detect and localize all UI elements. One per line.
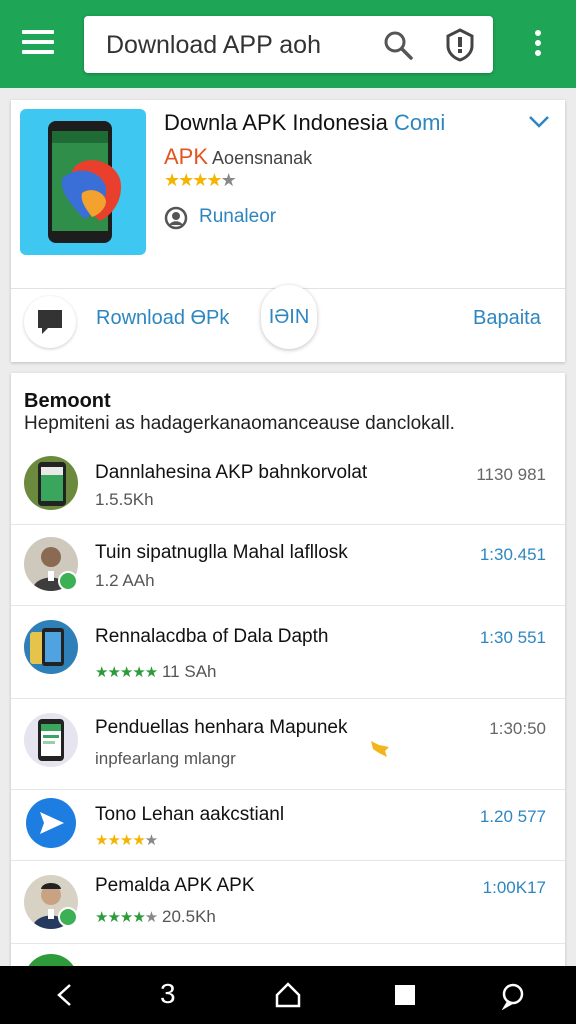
- item-meta: 1130 981: [476, 465, 546, 484]
- section-subtitle: Hepmiteni as hadagerkanaomanceause dancl…: [24, 413, 455, 434]
- item-title: Rennalacdba of Dala Dapth: [95, 626, 329, 647]
- download-apk-link[interactable]: Rownload ӨPk: [96, 307, 229, 330]
- list-item[interactable]: Pemalda APK APK ★★★★★ 20.5Kh 1:00K17: [11, 861, 565, 943]
- hand-pointer-icon: [371, 741, 389, 757]
- item-star-empty: ★: [144, 909, 158, 926]
- item-size: 1.5.5Kh: [95, 490, 154, 509]
- search-icon[interactable]: [382, 29, 414, 61]
- item-size: 11 SAh: [161, 662, 217, 681]
- menu-icon[interactable]: [22, 30, 54, 58]
- recents-icon[interactable]: [390, 980, 420, 1010]
- developer-name: Aoensnanak: [212, 148, 313, 168]
- item-rating: ★★★★★ 11 SAh: [95, 662, 217, 682]
- item-title: Penduellas henhara Mapunek: [95, 717, 348, 738]
- recommended-section: Bemoont Hepmiteni as hadagerkanaomanceau…: [11, 373, 565, 973]
- send-app-icon: [26, 798, 76, 848]
- list-item[interactable]: Tono Lehan aakcstianl ★★★★★ 1.20 577: [11, 790, 565, 860]
- home-icon[interactable]: [273, 980, 303, 1010]
- item-rating: ★★★★★ 20.5Kh: [95, 907, 216, 927]
- item-stars: ★★★★: [95, 909, 146, 926]
- item-title: Tuin sipatnuglla Mahal lafllosk: [95, 542, 348, 563]
- install-button[interactable]: IƏIN: [261, 285, 317, 349]
- comment-icon: [38, 310, 62, 334]
- search-input[interactable]: Download APP aoh: [106, 31, 321, 60]
- badge-icon: [58, 907, 78, 927]
- item-meta: 1:00K17: [482, 878, 546, 897]
- item-meta: 1.20 577: [479, 807, 546, 826]
- section-title: Bemoont: [24, 390, 111, 412]
- item-meta: 1:30 551: [479, 628, 546, 647]
- bapaita-link[interactable]: Bapaita: [473, 307, 541, 330]
- app-icon[interactable]: [20, 109, 146, 255]
- app-card: Downla APK Indonesia Comi APK Aoensnanak…: [11, 100, 565, 362]
- apk-label: APK: [164, 144, 209, 169]
- more-vert-icon[interactable]: [530, 30, 546, 60]
- app-bar: Download APP aoh: [0, 0, 576, 88]
- system-navbar: 3: [0, 966, 576, 1024]
- back-icon[interactable]: [50, 980, 80, 1010]
- badge-icon: [58, 571, 78, 591]
- item-star-empty: ★: [144, 832, 158, 849]
- item-stars: ★★★★: [95, 832, 146, 849]
- chevron-down-icon[interactable]: [527, 112, 551, 132]
- item-size: 20.5Kh: [161, 907, 216, 926]
- app-thumb-icon: [24, 456, 78, 510]
- item-stars: ★★★★★: [95, 664, 158, 681]
- list-item[interactable]: Tuin sipatnuglla Mahal lafllosk 1.2 AAh …: [11, 525, 565, 605]
- app-thumb-icon: [24, 713, 78, 767]
- three-icon[interactable]: 3: [160, 978, 190, 1009]
- item-title: Pemalda APK APK: [95, 875, 255, 896]
- app-thumb-icon: [24, 620, 78, 674]
- item-title: Dannlahesina AKP bahnkorvolat: [95, 462, 368, 483]
- list-item[interactable]: Dannlahesina AKP bahnkorvolat 1.5.5Kh 11…: [11, 448, 565, 524]
- author-icon: [164, 206, 188, 230]
- app-title-text: Downla APK Indonesia: [164, 110, 388, 135]
- list-item[interactable]: Penduellas henhara Mapunek inpfearlang m…: [11, 699, 565, 789]
- comment-button[interactable]: [24, 296, 76, 348]
- author-name[interactable]: Runaleor: [199, 206, 276, 228]
- item-subtitle: inpfearlang mlangr: [95, 749, 236, 768]
- rating-stars: ★★★★★: [164, 170, 237, 190]
- assistant-icon[interactable]: [498, 980, 528, 1010]
- search-box[interactable]: Download APP aoh: [84, 16, 493, 73]
- item-meta: 1:30:50: [489, 719, 546, 738]
- item-size: 1.2 AAh: [95, 571, 155, 590]
- item-meta: 1:30.451: [479, 545, 546, 564]
- app-title: Downla APK Indonesia Comi: [164, 110, 445, 136]
- app-title-suffix: Comi: [393, 110, 446, 135]
- item-title: Tono Lehan aakcstianl: [95, 804, 285, 825]
- developer-line: APK Aoensnanak: [164, 144, 312, 170]
- shield-icon[interactable]: [444, 28, 476, 62]
- item-rating: ★★★★★: [95, 830, 158, 850]
- list-item[interactable]: Rennalacdba of Dala Dapth ★★★★★ 11 SAh 1…: [11, 606, 565, 698]
